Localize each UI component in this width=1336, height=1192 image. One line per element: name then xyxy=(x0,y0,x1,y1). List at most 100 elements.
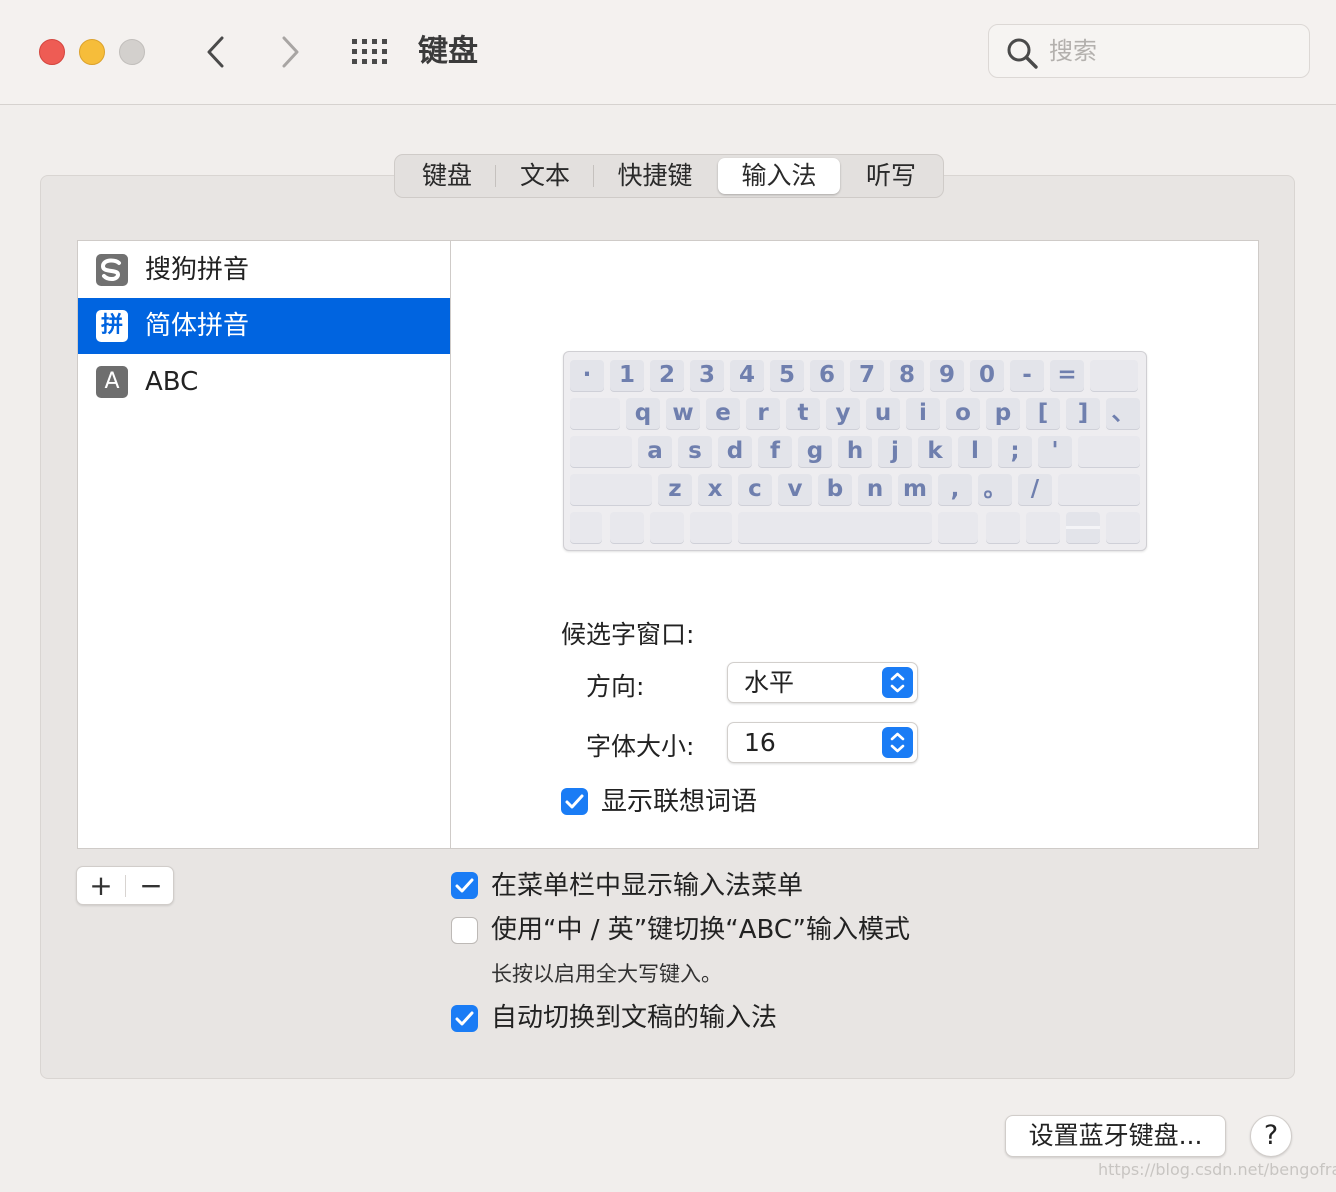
tab-divider xyxy=(593,165,594,187)
keyboard-key-arrow-right xyxy=(1106,512,1140,543)
keyboard-key: l xyxy=(958,436,992,467)
font-size-select[interactable]: 16 xyxy=(727,722,918,763)
chevron-right-icon xyxy=(282,36,299,68)
keyboard-key: i xyxy=(906,398,940,429)
add-input-source-button[interactable]: + xyxy=(77,867,125,904)
switch-abc-hint: 长按以启用全大写键入。 xyxy=(491,962,722,986)
window-title: 键盘 xyxy=(418,34,478,69)
list-item-simplified-pinyin[interactable]: 拼 简体拼音 xyxy=(78,298,450,354)
stepper-arrows-icon xyxy=(882,727,913,758)
keyboard-key: f xyxy=(758,436,792,467)
keyboard-key-modifier xyxy=(1026,512,1060,543)
keyboard-key: o xyxy=(946,398,980,429)
keyboard-key: 3 xyxy=(690,360,724,391)
tab-shortcuts[interactable]: 快捷键 xyxy=(597,158,713,194)
keyboard-key: m xyxy=(898,474,932,505)
keyboard-key-modifier xyxy=(650,512,684,543)
font-size-label: 字体大小: xyxy=(586,732,695,761)
keyboard-key: 。 xyxy=(978,474,1012,505)
keyboard-key: 1 xyxy=(610,360,644,391)
keyboard-key: ] xyxy=(1066,398,1100,429)
keyboard-key: 9 xyxy=(930,360,964,391)
direction-label: 方向: xyxy=(586,672,645,701)
keyboard-key-return xyxy=(1078,436,1140,467)
keyboard-key: 6 xyxy=(810,360,844,391)
checkmark-icon xyxy=(455,1011,474,1026)
minimize-window-button[interactable] xyxy=(79,39,105,65)
show-all-grid-icon[interactable] xyxy=(350,38,390,66)
direction-select[interactable]: 水平 xyxy=(727,662,918,703)
setup-bluetooth-keyboard-button[interactable]: 设置蓝牙键盘... xyxy=(1005,1115,1226,1157)
tab-keyboard[interactable]: 键盘 xyxy=(401,158,493,194)
list-item-abc[interactable]: A ABC xyxy=(78,354,450,410)
forward-button[interactable] xyxy=(270,30,310,74)
keyboard-key: h xyxy=(838,436,872,467)
back-button[interactable] xyxy=(196,30,236,74)
keyboard-key: w xyxy=(666,398,700,429)
close-window-button[interactable] xyxy=(39,39,65,65)
zoom-window-button[interactable] xyxy=(119,39,145,65)
search-input[interactable] xyxy=(1049,33,1289,69)
candidate-window-label: 候选字窗口: xyxy=(561,620,695,649)
keyboard-key: · xyxy=(570,360,604,391)
keyboard-key: 、 xyxy=(1106,398,1140,429)
keyboard-key: 5 xyxy=(770,360,804,391)
add-remove-control: + − xyxy=(76,866,174,905)
keyboard-key-arrows xyxy=(1066,512,1100,543)
keyboard-key-modifier xyxy=(610,512,644,543)
keyboard-key: v xyxy=(778,474,812,505)
title-bar: 键盘 xyxy=(0,0,1336,105)
keyboard-key-shift-left xyxy=(570,474,652,505)
keyboard-key: j xyxy=(878,436,912,467)
keyboard-key-caps xyxy=(570,436,632,467)
divider xyxy=(125,875,126,897)
tab-dictation[interactable]: 听写 xyxy=(845,158,937,194)
keyboard-key: r xyxy=(746,398,780,429)
switch-abc-label: 使用“中 / 英”键切换“ABC”输入模式 xyxy=(491,915,910,945)
keyboard-key: - xyxy=(1010,360,1044,391)
watermark: https://blog.csdn.net/bengofrank xyxy=(1098,1160,1336,1179)
show-predictions-checkbox[interactable] xyxy=(561,788,588,815)
keyboard-key: ' xyxy=(1038,436,1072,467)
font-size-value: 16 xyxy=(744,728,776,757)
keyboard-key: s xyxy=(678,436,712,467)
list-item-sogou[interactable]: 搜狗拼音 xyxy=(78,242,450,298)
input-source-list: 搜狗拼音 拼 简体拼音 A ABC xyxy=(77,240,451,849)
keyboard-key: / xyxy=(1018,474,1052,505)
keyboard-key: 8 xyxy=(890,360,924,391)
keyboard-key: e xyxy=(706,398,740,429)
abc-icon: A xyxy=(96,366,128,398)
keyboard-key: p xyxy=(986,398,1020,429)
search-field[interactable] xyxy=(988,24,1310,78)
keyboard-key-modifier xyxy=(570,512,602,543)
remove-input-source-button[interactable]: − xyxy=(127,867,175,904)
auto-switch-label: 自动切换到文稿的输入法 xyxy=(491,1003,778,1033)
keyboard-key: q xyxy=(626,398,660,429)
show-menu-label: 在菜单栏中显示输入法菜单 xyxy=(491,871,804,901)
keyboard-key-delete xyxy=(1090,360,1138,391)
keyboard-key: 0 xyxy=(970,360,1004,391)
keyboard-key: k xyxy=(918,436,952,467)
pinyin-icon: 拼 xyxy=(96,310,128,342)
switch-abc-checkbox[interactable] xyxy=(451,917,478,944)
auto-switch-checkbox[interactable] xyxy=(451,1005,478,1032)
tab-input-sources[interactable]: 输入法 xyxy=(718,158,840,194)
keyboard-key: u xyxy=(866,398,900,429)
list-item-label: ABC xyxy=(145,367,199,397)
keyboard-key: 4 xyxy=(730,360,764,391)
keyboard-key: c xyxy=(738,474,772,505)
tab-divider xyxy=(495,165,496,187)
keyboard-key-tab xyxy=(570,398,620,429)
keyboard-key: y xyxy=(826,398,860,429)
keyboard-key: t xyxy=(786,398,820,429)
tab-bar: 键盘 文本 快捷键 输入法 听写 xyxy=(394,154,944,198)
keyboard-key: g xyxy=(798,436,832,467)
keyboard-key-modifier xyxy=(986,512,1020,543)
help-button[interactable]: ? xyxy=(1250,1115,1292,1157)
search-icon xyxy=(1007,38,1038,69)
keyboard-key: ; xyxy=(998,436,1032,467)
tab-text[interactable]: 文本 xyxy=(499,158,591,194)
stepper-arrows-icon xyxy=(882,667,913,698)
keyboard-key: = xyxy=(1050,360,1084,391)
show-menu-checkbox[interactable] xyxy=(451,872,478,899)
